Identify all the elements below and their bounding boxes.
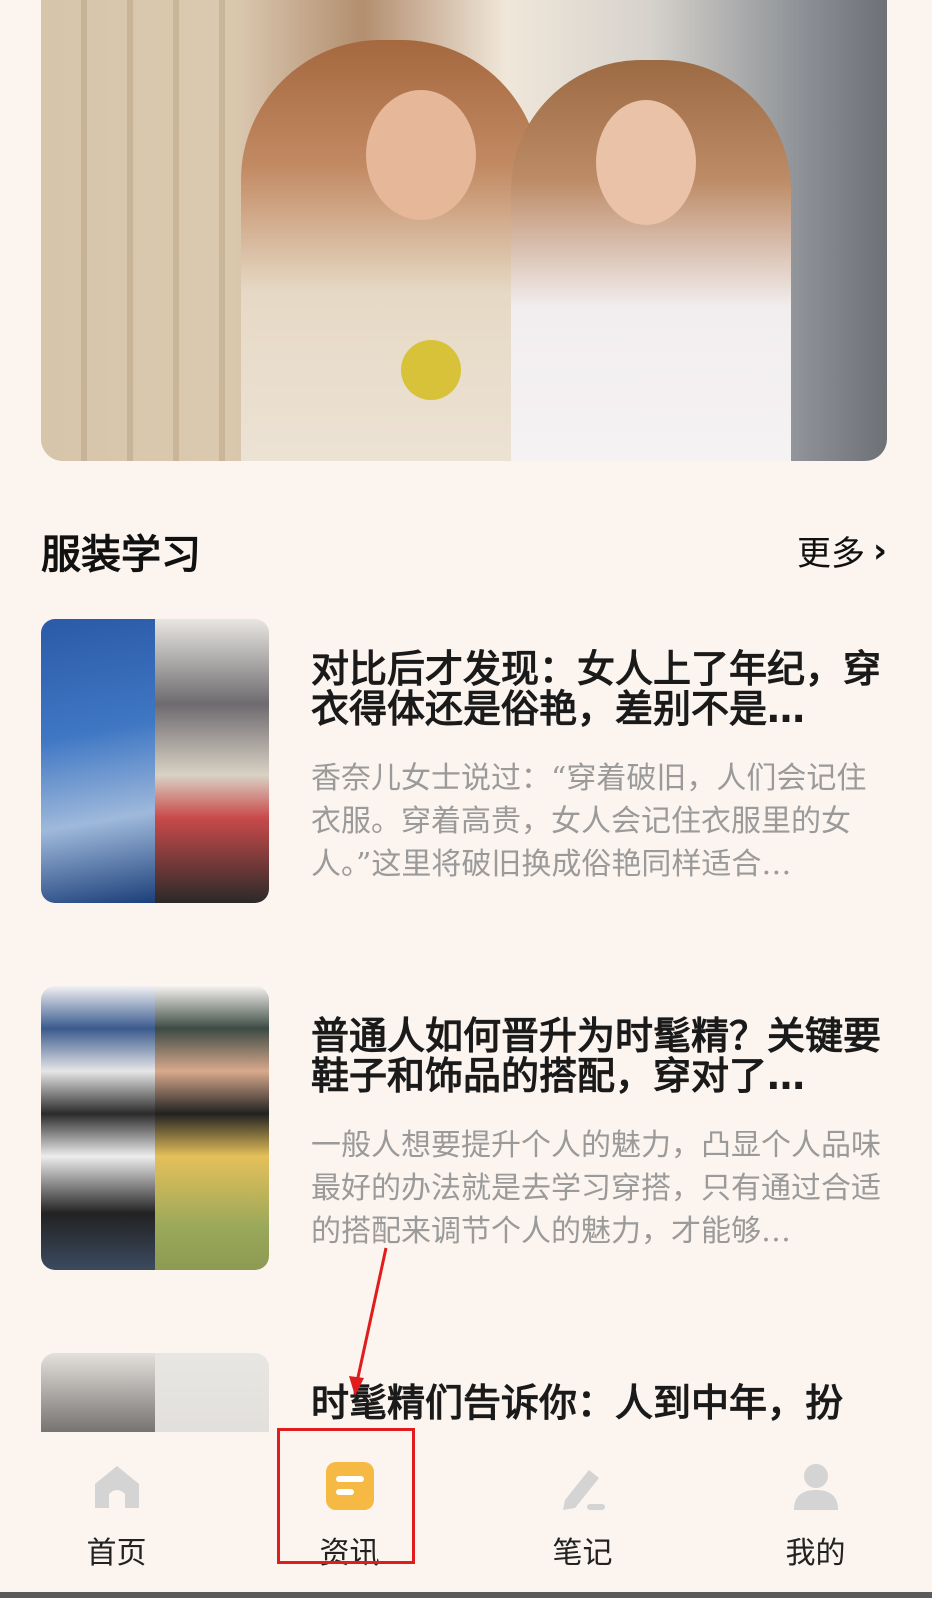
edit-icon (563, 1470, 605, 1510)
article-thumbnail (41, 619, 269, 903)
tab-label: 我的 (785, 1536, 846, 1571)
article-title: 时髦精们告诉你：人到中年，扮 (311, 1383, 844, 1423)
article-title: 普通人如何晋升为时髦精？关键要鞋子和饰品的搭配，穿对了… (311, 1016, 882, 1096)
bottom-edge (0, 1592, 932, 1598)
tab-home[interactable]: 首页 (0, 1432, 233, 1598)
article-title: 对比后才发现：女人上了年纪，穿衣得体还是俗艳，差别不是… (311, 649, 882, 729)
banner-wall (41, 0, 241, 461)
more-label: 更多 (796, 534, 865, 574)
home-icon (95, 1466, 139, 1508)
article-thumbnail (41, 1353, 269, 1432)
chevron-right-icon: › (872, 530, 887, 571)
more-link[interactable]: 更多 › (797, 526, 887, 575)
tab-notes[interactable]: 笔记 (466, 1432, 699, 1598)
article-card[interactable]: 时髦精们告诉你：人到中年，扮 (41, 1353, 887, 1432)
bottom-tab-bar: 首页 资讯 笔记 我的 (0, 1432, 932, 1598)
user-icon (794, 1464, 838, 1510)
banner-face-left (366, 90, 476, 220)
article-desc: 一般人想要提升个人的魅力，凸显个人品味最好的办法就是去学习穿搭，只有通过合适的搭… (311, 1128, 881, 1249)
section-title: 服装学习 (41, 532, 201, 578)
annotation-highlight-box (277, 1428, 415, 1564)
banner-necklace (401, 340, 461, 400)
article-thumbnail (41, 986, 269, 1270)
tab-profile[interactable]: 我的 (699, 1432, 932, 1598)
tab-label: 首页 (86, 1536, 147, 1571)
banner-face-right (596, 100, 696, 225)
article-card[interactable]: 对比后才发现：女人上了年纪，穿衣得体还是俗艳，差别不是… 香奈儿女士说过：“穿着… (41, 619, 887, 903)
tab-label: 笔记 (552, 1536, 613, 1571)
article-desc: 香奈儿女士说过：“穿着破旧，人们会记住衣服。穿着高贵，女人会记住衣服里的女人。”… (311, 761, 867, 882)
banner-image[interactable] (41, 0, 887, 461)
article-card[interactable]: 普通人如何晋升为时髦精？关键要鞋子和饰品的搭配，穿对了… 一般人想要提升个人的魅… (41, 986, 887, 1270)
